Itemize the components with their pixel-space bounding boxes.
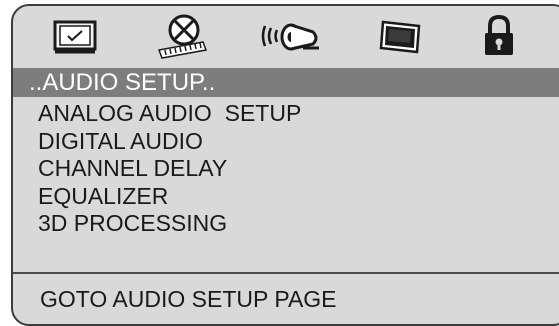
film-reel-icon[interactable] xyxy=(153,12,219,60)
category-icon-bar xyxy=(13,6,559,66)
setup-menu-panel: ..AUDIO SETUP.. ANALOG AUDIO SETUP DIGIT… xyxy=(11,4,559,326)
tv-display-icon[interactable] xyxy=(51,12,101,60)
menu-item-digital-audio[interactable]: DIGITAL AUDIO xyxy=(13,128,559,156)
setup-menu-list: ANALOG AUDIO SETUP DIGITAL AUDIO CHANNEL… xyxy=(13,100,559,238)
menu-item-equalizer[interactable]: EQUALIZER xyxy=(13,183,559,211)
menu-item-analog-audio-setup[interactable]: ANALOG AUDIO SETUP xyxy=(13,100,559,128)
status-hint: GOTO AUDIO SETUP PAGE xyxy=(40,286,337,312)
page-title: ..AUDIO SETUP.. xyxy=(29,69,216,96)
menu-item-channel-delay[interactable]: CHANNEL DELAY xyxy=(13,155,559,183)
status-divider xyxy=(13,272,559,274)
page-title-bar: ..AUDIO SETUP.. xyxy=(13,68,559,97)
padlock-icon[interactable] xyxy=(479,12,519,60)
speaker-audio-icon[interactable] xyxy=(259,12,323,60)
menu-item-3d-processing[interactable]: 3D PROCESSING xyxy=(13,210,559,238)
picture-video-icon[interactable] xyxy=(377,12,427,60)
